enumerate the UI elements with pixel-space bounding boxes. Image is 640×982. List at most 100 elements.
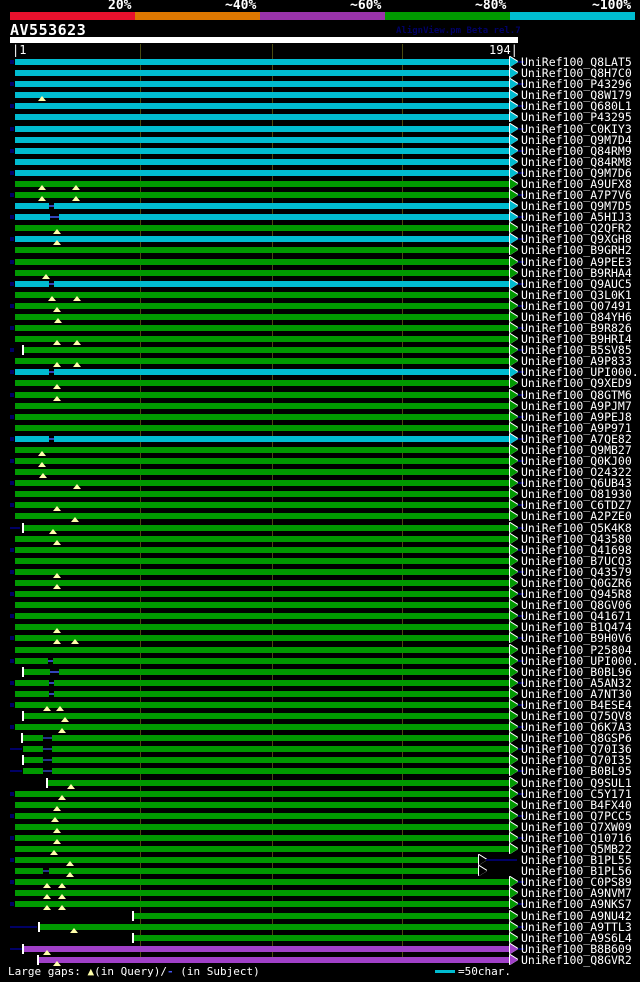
hit-bar[interactable] <box>15 624 510 630</box>
query-gap-triangle-icon <box>43 706 51 711</box>
hit-bar[interactable] <box>15 813 510 819</box>
hit-bar[interactable] <box>15 170 510 176</box>
subject-extent-left-icon <box>10 681 14 685</box>
hit-bar[interactable] <box>15 857 479 863</box>
hit-bar[interactable] <box>15 613 510 619</box>
hit-bar[interactable] <box>24 525 510 531</box>
hit-arrowhead-icon <box>510 223 518 233</box>
hit-bar[interactable] <box>15 868 479 874</box>
hit-bar[interactable] <box>15 547 510 553</box>
query-gap-triangle-icon <box>53 362 61 367</box>
hit-bar[interactable] <box>23 735 510 741</box>
hit-bar[interactable] <box>24 757 510 763</box>
hit-bar[interactable] <box>15 558 510 564</box>
hit-bar[interactable] <box>15 824 510 830</box>
hit-bar[interactable] <box>15 303 510 309</box>
hit-bar[interactable] <box>15 314 510 320</box>
hit-bar[interactable] <box>24 713 510 719</box>
hit-bar[interactable] <box>15 103 510 109</box>
hit-bar[interactable] <box>15 159 510 165</box>
hit-bar[interactable] <box>15 846 510 852</box>
hit-bar[interactable] <box>15 181 510 187</box>
hit-bar[interactable] <box>15 569 510 575</box>
hit-bar[interactable] <box>15 447 510 453</box>
hit-bar[interactable] <box>15 536 510 542</box>
hit-bar[interactable] <box>15 602 510 608</box>
hit-bar[interactable] <box>15 879 510 885</box>
hit-bar[interactable] <box>15 436 510 442</box>
hit-bar[interactable] <box>15 270 510 276</box>
hit-bar[interactable] <box>15 414 510 420</box>
hit-bar[interactable] <box>15 70 510 76</box>
subject-gap-line-icon <box>50 216 59 218</box>
hit-bar[interactable] <box>24 347 510 353</box>
hit-bar[interactable] <box>15 225 510 231</box>
hit-bar[interactable] <box>15 369 510 375</box>
hit-bar[interactable] <box>15 591 510 597</box>
hit-bar[interactable] <box>15 81 510 87</box>
hit-bar[interactable] <box>15 680 510 686</box>
hit-bar[interactable] <box>15 292 510 298</box>
hit-bar[interactable] <box>134 935 510 941</box>
hit-bar[interactable] <box>15 59 510 65</box>
hit-bar[interactable] <box>15 336 510 342</box>
hit-bar[interactable] <box>23 746 510 752</box>
hit-bar[interactable] <box>15 901 510 907</box>
hit-arrowhead-icon <box>510 390 518 400</box>
hit-bar[interactable] <box>15 658 510 664</box>
hit-bar[interactable] <box>134 913 510 919</box>
subject-extent-left-line <box>10 770 22 772</box>
query-gap-triangle-icon <box>61 717 69 722</box>
hit-bar[interactable] <box>15 791 510 797</box>
hit-bar[interactable] <box>24 669 510 675</box>
hit-bar[interactable] <box>15 403 510 409</box>
hit-bar[interactable] <box>15 502 510 508</box>
hit-bar[interactable] <box>15 236 510 242</box>
hit-bar[interactable] <box>15 203 510 209</box>
subject-extent-left-icon <box>10 814 14 818</box>
hit-bar[interactable] <box>40 924 510 930</box>
hit-bar[interactable] <box>15 691 510 697</box>
hit-label[interactable]: UniRef100_Q8GVR2 <box>521 954 632 966</box>
hit-arrowhead-icon <box>510 800 518 810</box>
hit-bar[interactable] <box>15 513 510 519</box>
hit-bar[interactable] <box>15 890 510 896</box>
hit-bar[interactable] <box>15 469 510 475</box>
hit-bar[interactable] <box>15 802 510 808</box>
hit-bar[interactable] <box>15 126 510 132</box>
hit-bar[interactable] <box>15 214 510 220</box>
hit-bar[interactable] <box>15 247 510 253</box>
hit-bar[interactable] <box>39 957 510 963</box>
hit-bar[interactable] <box>15 92 510 98</box>
hit-arrowhead-icon <box>510 157 518 167</box>
hit-bar[interactable] <box>15 358 510 364</box>
hit-bar[interactable] <box>15 114 510 120</box>
hit-bar[interactable] <box>15 425 510 431</box>
subject-extent-left-icon <box>10 858 14 862</box>
hit-bar[interactable] <box>15 580 510 586</box>
hit-bar[interactable] <box>48 780 510 786</box>
hit-bar[interactable] <box>15 635 510 641</box>
hit-bar[interactable] <box>15 392 510 398</box>
hit-bar[interactable] <box>15 724 510 730</box>
hit-bar[interactable] <box>15 137 510 143</box>
query-gap-triangle-icon <box>71 639 79 644</box>
query-gap-triangle-icon <box>53 396 61 401</box>
hit-bar[interactable] <box>15 281 510 287</box>
hit-bar[interactable] <box>15 325 510 331</box>
hit-bar[interactable] <box>15 491 510 497</box>
hit-bar[interactable] <box>15 480 510 486</box>
hit-arrowhead-icon <box>510 412 518 422</box>
hit-bar[interactable] <box>15 647 510 653</box>
hit-bar[interactable] <box>15 380 510 386</box>
hit-bar[interactable] <box>15 835 510 841</box>
hit-bar[interactable] <box>15 148 510 154</box>
query-gap-triangle-icon <box>53 240 61 245</box>
hit-bar[interactable] <box>15 458 510 464</box>
subject-extent-left-line <box>10 748 22 750</box>
hit-bar[interactable] <box>24 946 510 952</box>
hit-bar[interactable] <box>15 702 510 708</box>
hit-bar[interactable] <box>23 768 510 774</box>
hit-bar[interactable] <box>15 259 510 265</box>
hit-bar[interactable] <box>15 192 510 198</box>
